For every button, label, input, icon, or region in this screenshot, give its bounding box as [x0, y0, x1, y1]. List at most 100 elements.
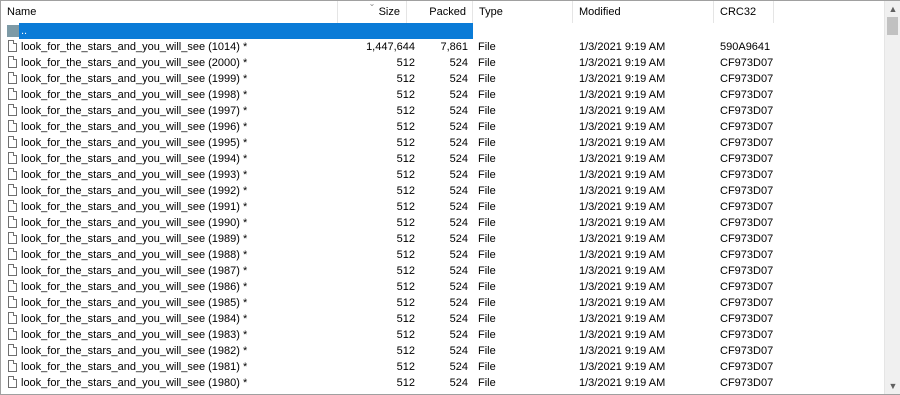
table-row[interactable]: look_for_the_stars_and_you_will_see (199…: [1, 199, 883, 215]
file-name: ..: [21, 25, 28, 37]
table-row[interactable]: look_for_the_stars_and_you_will_see (199…: [1, 87, 883, 103]
column-type-header[interactable]: Type: [473, 1, 573, 23]
column-size-label: Size: [378, 6, 400, 18]
file-type: File: [478, 153, 496, 165]
table-row[interactable]: look_for_the_stars_and_you_will_see (199…: [1, 151, 883, 167]
column-name-label: Name: [7, 6, 37, 18]
table-row[interactable]: look_for_the_stars_and_you_will_see (198…: [1, 375, 883, 391]
file-size: 512: [396, 297, 415, 309]
table-row[interactable]: look_for_the_stars_and_you_will_see (198…: [1, 359, 883, 375]
file-modified: 1/3/2021 9:19 AM: [579, 361, 666, 373]
file-type: File folder: [478, 25, 527, 37]
file-crc: CF973D07: [720, 185, 774, 197]
parent-folder-row[interactable]: .. File folder: [1, 23, 883, 39]
file-size: 512: [396, 361, 415, 373]
file-icon: [8, 232, 17, 244]
column-size-header[interactable]: Size: [338, 1, 407, 23]
file-icon: [8, 200, 17, 212]
file-modified: 1/3/2021 9:19 AM: [579, 265, 666, 277]
table-row[interactable]: look_for_the_stars_and_you_will_see (198…: [1, 327, 883, 343]
file-size: 512: [396, 265, 415, 277]
file-packed: [407, 23, 468, 39]
table-row[interactable]: look_for_the_stars_and_you_will_see (200…: [1, 55, 883, 71]
file-packed: 7,861: [440, 41, 468, 53]
table-row[interactable]: look_for_the_stars_and_you_will_see (198…: [1, 247, 883, 263]
file-type: File: [478, 73, 496, 85]
file-crc: CF973D07: [720, 345, 774, 357]
file-packed: 524: [449, 313, 468, 325]
file-crc: CF973D07: [720, 217, 774, 229]
file-crc: CF973D07: [720, 201, 774, 213]
file-icon: [8, 376, 17, 388]
file-icon: [8, 360, 17, 372]
file-type: File: [478, 121, 496, 133]
scrollbar-thumb[interactable]: [887, 17, 898, 35]
table-row[interactable]: look_for_the_stars_and_you_will_see (198…: [1, 263, 883, 279]
file-modified: 1/3/2021 9:19 AM: [579, 281, 666, 293]
file-packed: 524: [449, 169, 468, 181]
table-row[interactable]: look_for_the_stars_and_you_will_see (199…: [1, 183, 883, 199]
file-type: File: [478, 377, 496, 389]
file-crc: [720, 23, 780, 39]
vertical-scrollbar[interactable]: ▲ ▼: [884, 1, 900, 394]
file-modified: 1/3/2021 9:19 AM: [579, 297, 666, 309]
file-type: File: [478, 361, 496, 373]
file-name: look_for_the_stars_and_you_will_see (199…: [21, 73, 248, 85]
file-packed: 524: [449, 201, 468, 213]
table-row[interactable]: look_for_the_stars_and_you_will_see (198…: [1, 279, 883, 295]
file-type: File: [478, 329, 496, 341]
file-crc: CF973D07: [720, 377, 774, 389]
column-modified-header[interactable]: Modified: [573, 1, 714, 23]
file-packed: 524: [449, 217, 468, 229]
scroll-up-icon[interactable]: ▲: [885, 1, 900, 17]
file-icon: [8, 152, 17, 164]
file-name: look_for_the_stars_and_you_will_see (199…: [21, 137, 248, 149]
file-icon: [8, 312, 17, 324]
table-row[interactable]: look_for_the_stars_and_you_will_see (199…: [1, 135, 883, 151]
file-type: File: [478, 137, 496, 149]
table-row[interactable]: look_for_the_stars_and_you_will_see (198…: [1, 295, 883, 311]
file-type: File: [478, 297, 496, 309]
file-crc: CF973D07: [720, 233, 774, 245]
table-row[interactable]: look_for_the_stars_and_you_will_see (199…: [1, 167, 883, 183]
column-crc-header[interactable]: CRC32: [714, 1, 774, 23]
table-row[interactable]: look_for_the_stars_and_you_will_see (198…: [1, 311, 883, 327]
file-name: look_for_the_stars_and_you_will_see (199…: [21, 153, 248, 165]
file-icon: [8, 344, 17, 356]
table-row[interactable]: look_for_the_stars_and_you_will_see (199…: [1, 71, 883, 87]
file-size: 512: [396, 153, 415, 165]
file-crc: CF973D07: [720, 121, 774, 133]
table-row[interactable]: look_for_the_stars_and_you_will_see (198…: [1, 343, 883, 359]
table-row[interactable]: look_for_the_stars_and_you_will_see (199…: [1, 215, 883, 231]
file-crc: CF973D07: [720, 249, 774, 261]
file-packed: 524: [449, 73, 468, 85]
file-modified: 1/3/2021 9:19 AM: [579, 249, 666, 261]
file-crc: CF973D07: [720, 89, 774, 101]
table-row[interactable]: look_for_the_stars_and_you_will_see (199…: [1, 119, 883, 135]
table-row[interactable]: look_for_the_stars_and_you_will_see (101…: [1, 39, 883, 55]
file-crc: 590A9641: [720, 41, 771, 53]
file-list-window: Name ⌄ Size Packed Type Modified CRC32 .…: [0, 0, 900, 395]
table-row[interactable]: look_for_the_stars_and_you_will_see (198…: [1, 231, 883, 247]
table-row[interactable]: look_for_the_stars_and_you_will_see (199…: [1, 103, 883, 119]
file-modified: 1/3/2021 9:19 AM: [579, 57, 666, 69]
file-icon: [8, 184, 17, 196]
file-name: look_for_the_stars_and_you_will_see (199…: [21, 89, 248, 101]
file-modified: 1/3/2021 9:19 AM: [579, 201, 666, 213]
file-type: File: [478, 281, 496, 293]
file-modified: 1/3/2021 9:19 AM: [579, 137, 666, 149]
column-name-header[interactable]: Name: [1, 1, 338, 23]
column-packed-header[interactable]: Packed: [407, 1, 473, 23]
file-name: look_for_the_stars_and_you_will_see (101…: [21, 41, 248, 53]
file-icon: [8, 264, 17, 276]
file-modified: 1/3/2021 9:19 AM: [579, 313, 666, 325]
file-size: 512: [396, 169, 415, 181]
file-size: 512: [396, 89, 415, 101]
file-modified: 1/3/2021 9:19 AM: [579, 185, 666, 197]
file-name: look_for_the_stars_and_you_will_see (199…: [21, 201, 248, 213]
file-type: File: [478, 249, 496, 261]
file-size: 1,447,644: [366, 41, 415, 53]
file-packed: 524: [449, 297, 468, 309]
scroll-down-icon[interactable]: ▼: [885, 378, 900, 394]
file-list[interactable]: Name ⌄ Size Packed Type Modified CRC32 .…: [1, 1, 883, 394]
